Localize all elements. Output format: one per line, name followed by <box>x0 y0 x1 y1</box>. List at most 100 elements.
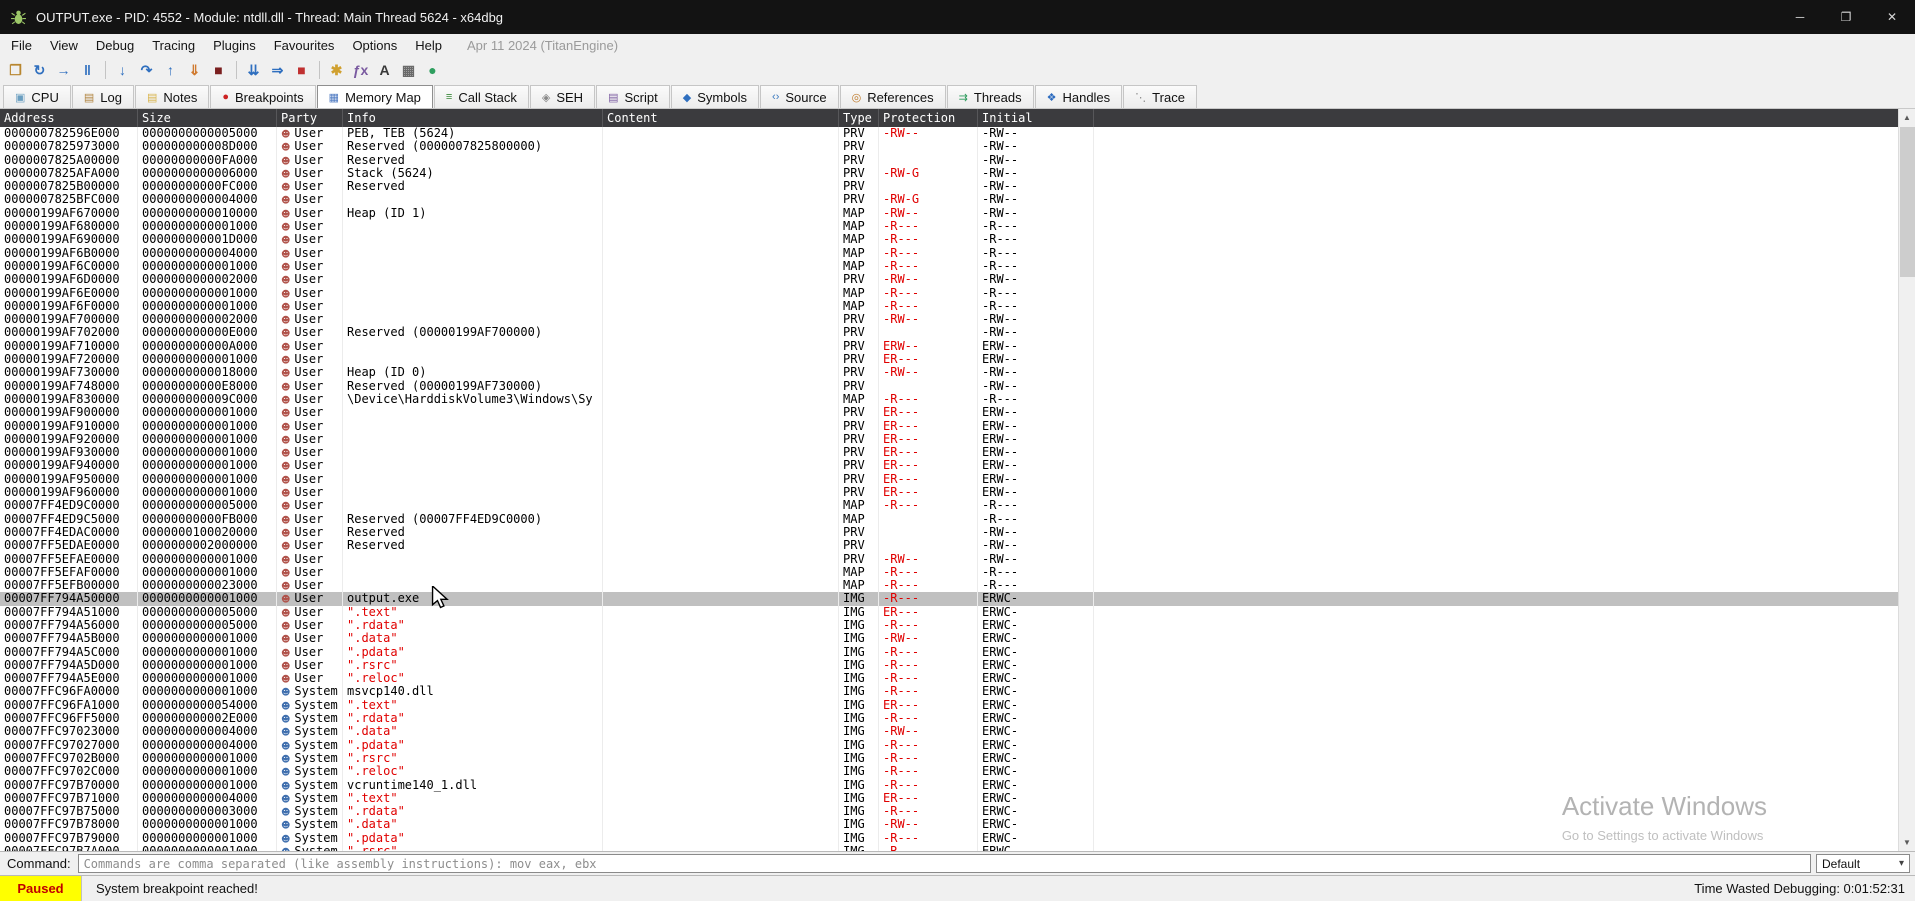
tab-threads[interactable]: ⇉Threads <box>947 85 1034 108</box>
memory-row[interactable]: 00000199AF9300000000000000001000☻UserPRV… <box>0 446 1898 459</box>
menu-plugins[interactable]: Plugins <box>204 34 265 57</box>
column-header-content[interactable]: Content <box>603 109 839 127</box>
memory-row[interactable]: 00000199AF9500000000000000001000☻UserPRV… <box>0 473 1898 486</box>
column-header-party[interactable]: Party <box>277 109 343 127</box>
tab-handles[interactable]: ❖Handles <box>1035 85 1123 108</box>
step-over-icon[interactable]: ↷ <box>135 59 158 81</box>
memory-row[interactable]: 00007FFC96FA10000000000000054000☻System"… <box>0 699 1898 712</box>
animate-over-icon[interactable]: ⇒ <box>266 59 289 81</box>
preferences-icon[interactable]: ✱ <box>325 59 348 81</box>
memory-row[interactable]: 00007FF5EFAE00000000000000001000☻UserPRV… <box>0 553 1898 566</box>
memory-row[interactable]: 00000199AF9000000000000000001000☻UserPRV… <box>0 406 1898 419</box>
memory-row[interactable]: 00007FFC96FF5000000000000002E000☻System"… <box>0 712 1898 725</box>
tab-source[interactable]: ‹›Source <box>760 85 839 108</box>
calculator-icon[interactable]: ▦ <box>397 59 420 81</box>
memory-row[interactable]: 0000007825A0000000000000000FA000☻UserRes… <box>0 154 1898 167</box>
tab-memory-map[interactable]: ▦Memory Map <box>317 85 433 108</box>
maximize-button[interactable]: ❐ <box>1823 0 1869 34</box>
tab-cpu[interactable]: ▣CPU <box>3 85 71 108</box>
open-file-icon[interactable]: ❐ <box>4 59 27 81</box>
stop-animation-icon[interactable]: ■ <box>290 59 313 81</box>
tab-notes[interactable]: ▤Notes <box>135 85 209 108</box>
fx-icon[interactable]: ƒx <box>349 59 372 81</box>
memory-row[interactable]: 00007FFC97B790000000000000001000☻System"… <box>0 832 1898 845</box>
memory-row[interactable]: 0000007825BFC0000000000000004000☻UserPRV… <box>0 193 1898 206</box>
memory-row[interactable]: 00000199AF9200000000000000001000☻UserPRV… <box>0 433 1898 446</box>
memory-row[interactable]: 000000782596E0000000000000005000☻UserPEB… <box>0 127 1898 140</box>
memory-row[interactable]: 00000199AF9600000000000000001000☻UserPRV… <box>0 486 1898 499</box>
memory-row[interactable]: 00007FF794A560000000000000005000☻User".r… <box>0 619 1898 632</box>
memory-row[interactable]: 00000199AF6C00000000000000001000☻UserMAP… <box>0 260 1898 273</box>
memory-row[interactable]: 00007FFC97B750000000000000003000☻System"… <box>0 805 1898 818</box>
menu-tracing[interactable]: Tracing <box>143 34 204 57</box>
run-to-user-code-icon[interactable]: ⇓ <box>183 59 206 81</box>
memory-row[interactable]: 00000199AF9400000000000000001000☻UserPRV… <box>0 459 1898 472</box>
tab-trace[interactable]: ⋱Trace <box>1123 85 1197 108</box>
tab-call-stack[interactable]: ≡Call Stack <box>434 85 529 108</box>
memory-row[interactable]: 00000199AF6B00000000000000004000☻UserMAP… <box>0 247 1898 260</box>
memory-row[interactable]: 00000199AF6F00000000000000001000☻UserMAP… <box>0 300 1898 313</box>
memory-row[interactable]: 00000199AF6D00000000000000002000☻UserPRV… <box>0 273 1898 286</box>
memory-row[interactable]: 00000199AF7200000000000000001000☻UserPRV… <box>0 353 1898 366</box>
menu-help[interactable]: Help <box>406 34 451 57</box>
memory-row[interactable]: 0000007825AFA0000000000000006000☻UserSta… <box>0 167 1898 180</box>
command-input[interactable] <box>78 854 1811 873</box>
tab-script[interactable]: ▤Script <box>596 85 670 108</box>
scroll-down-icon[interactable]: ▼ <box>1899 834 1915 851</box>
memory-row[interactable]: 00007FF4ED9C500000000000000FB000☻UserRes… <box>0 513 1898 526</box>
menu-view[interactable]: View <box>41 34 87 57</box>
memory-row[interactable]: 00007FFC97B7A0000000000000001000☻System"… <box>0 845 1898 851</box>
memory-row[interactable]: 00000199AF710000000000000000A000☻UserPRV… <box>0 340 1898 353</box>
memory-row[interactable]: 0000007825973000000000000008D000☻UserRes… <box>0 140 1898 153</box>
tab-references[interactable]: ◎References <box>840 85 946 108</box>
scroll-up-icon[interactable]: ▲ <box>1899 109 1915 126</box>
column-header-protection[interactable]: Protection <box>879 109 978 127</box>
menu-file[interactable]: File <box>2 34 41 57</box>
memory-row[interactable]: 00007FFC970270000000000000004000☻System"… <box>0 739 1898 752</box>
pause-icon[interactable]: ‖ <box>76 59 99 81</box>
memory-row[interactable]: 00007FFC96FA00000000000000001000☻Systemm… <box>0 685 1898 698</box>
memory-row[interactable]: 00000199AF9100000000000000001000☻UserPRV… <box>0 420 1898 433</box>
assemble-icon[interactable]: A <box>373 59 396 81</box>
menu-debug[interactable]: Debug <box>87 34 143 57</box>
tab-symbols[interactable]: ◆Symbols <box>671 85 759 108</box>
profile-select[interactable]: Default ▾ <box>1816 854 1910 873</box>
memory-row[interactable]: 00000199AF6800000000000000001000☻UserMAP… <box>0 220 1898 233</box>
memory-row[interactable]: 00007FF5EFB000000000000000023000☻UserMAP… <box>0 579 1898 592</box>
debug-help-icon[interactable]: ● <box>421 59 444 81</box>
close-button[interactable]: ✕ <box>1869 0 1915 34</box>
menu-favourites[interactable]: Favourites <box>265 34 344 57</box>
memory-row[interactable]: 00007FF4ED9C00000000000000005000☻UserMAP… <box>0 499 1898 512</box>
tab-log[interactable]: ▤Log <box>72 85 134 108</box>
memory-row[interactable]: 00007FF4EDAC00000000000100020000☻UserRes… <box>0 526 1898 539</box>
column-header-info[interactable]: Info <box>343 109 603 127</box>
memory-row[interactable]: 00007FF5EFAF00000000000000001000☻UserMAP… <box>0 566 1898 579</box>
menu-options[interactable]: Options <box>343 34 406 57</box>
memory-row[interactable]: 00007FFC97B780000000000000001000☻System"… <box>0 818 1898 831</box>
animate-into-icon[interactable]: ⇊ <box>242 59 265 81</box>
memory-row[interactable]: 0000007825B0000000000000000FC000☻UserRes… <box>0 180 1898 193</box>
memory-row[interactable]: 00000199AF830000000000000009C000☻User\De… <box>0 393 1898 406</box>
memory-row[interactable]: 00007FF794A5B0000000000000001000☻User".d… <box>0 632 1898 645</box>
tab-breakpoints[interactable]: ●Breakpoints <box>210 85 315 108</box>
restart-icon[interactable]: ↻ <box>28 59 51 81</box>
column-header-initial[interactable]: Initial <box>978 109 1094 127</box>
memory-row[interactable]: 00007FF5EDAE00000000000002000000☻UserRes… <box>0 539 1898 552</box>
minimize-button[interactable]: ─ <box>1777 0 1823 34</box>
memory-row[interactable]: 00000199AF702000000000000000E000☻UserRes… <box>0 326 1898 339</box>
memory-row[interactable]: 00000199AF7000000000000000002000☻UserPRV… <box>0 313 1898 326</box>
tab-seh[interactable]: ◈SEH <box>530 85 595 108</box>
stop-icon[interactable]: ■ <box>207 59 230 81</box>
vertical-scrollbar[interactable]: ▲ ▼ <box>1898 109 1915 851</box>
memory-row[interactable]: 00000199AF7300000000000000018000☻UserHea… <box>0 366 1898 379</box>
memory-row[interactable]: 00007FFC97B710000000000000004000☻System"… <box>0 792 1898 805</box>
column-header-address[interactable]: Address <box>0 109 138 127</box>
step-out-icon[interactable]: ↑ <box>159 59 182 81</box>
memory-row[interactable]: 00007FFC9702B0000000000000001000☻System"… <box>0 752 1898 765</box>
memory-row[interactable]: 00007FF794A5E0000000000000001000☻User".r… <box>0 672 1898 685</box>
step-into-icon[interactable]: ↓ <box>111 59 134 81</box>
memory-row[interactable]: 00007FF794A5D0000000000000001000☻User".r… <box>0 659 1898 672</box>
column-header-size[interactable]: Size <box>138 109 277 127</box>
memory-row[interactable]: 00007FFC9702C0000000000000001000☻System"… <box>0 765 1898 778</box>
memory-row[interactable]: 00000199AF6E00000000000000001000☻UserMAP… <box>0 287 1898 300</box>
